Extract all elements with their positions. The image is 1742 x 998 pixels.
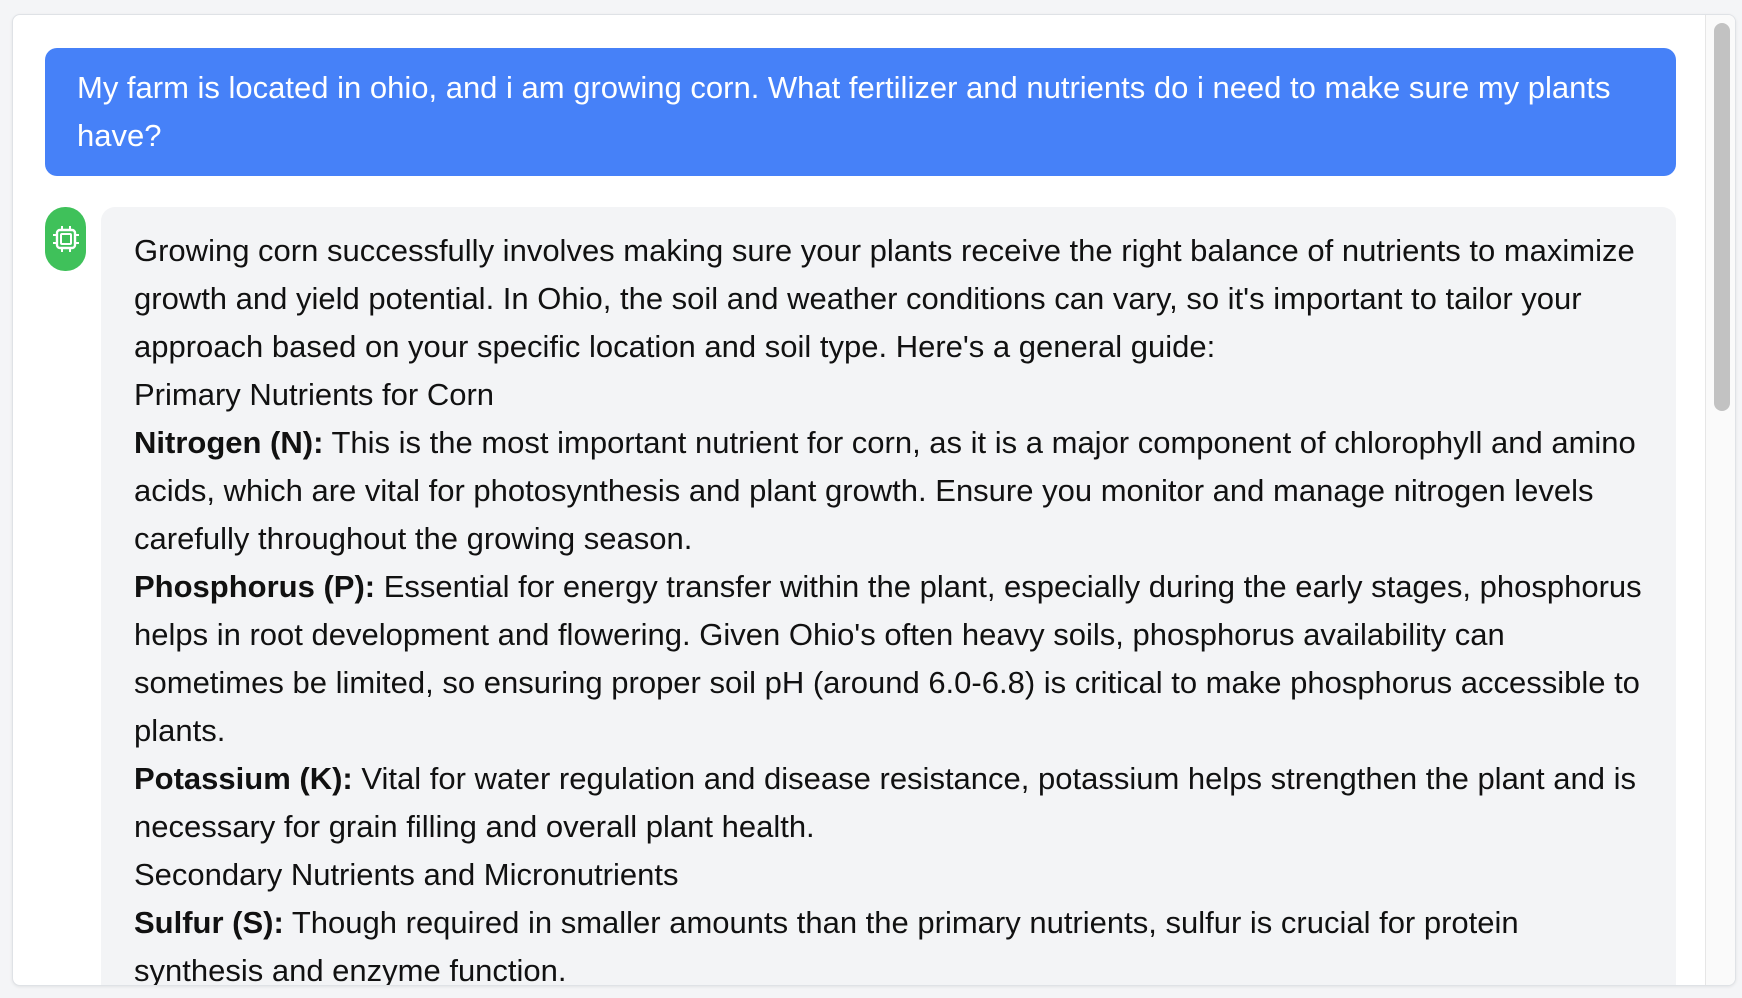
assistant-avatar [45,207,86,271]
vertical-scrollbar[interactable] [1705,15,1735,985]
sulfur-label: Sulfur (S): [134,905,284,940]
assistant-message-row: Growing corn successfully involves makin… [45,207,1695,985]
nutrient-item-nitrogen: Nitrogen (N): This is the most important… [134,419,1646,563]
nitrogen-text: This is the most important nutrient for … [134,425,1636,556]
nitrogen-label: Nitrogen (N): [134,425,324,460]
scrollbar-thumb[interactable] [1714,23,1730,411]
potassium-text: Vital for water regulation and disease r… [134,761,1636,844]
chat-scroll-area[interactable]: My farm is located in ohio, and i am gro… [13,15,1705,985]
assistant-intro: Growing corn successfully involves makin… [134,233,1635,364]
phosphorus-label: Phosphorus (P): [134,569,376,604]
potassium-label: Potassium (K): [134,761,353,796]
chat-window: My farm is located in ohio, and i am gro… [12,14,1736,986]
chip-icon [52,226,79,252]
nutrient-item-sulfur: Sulfur (S): Though required in smaller a… [134,899,1646,985]
nutrient-item-potassium: Potassium (K): Vital for water regulatio… [134,755,1646,851]
user-message-text: My farm is located in ohio, and i am gro… [77,70,1611,153]
nutrient-item-phosphorus: Phosphorus (P): Essential for energy tra… [134,563,1646,755]
assistant-message-bubble: Growing corn successfully involves makin… [101,207,1676,985]
sulfur-text: Though required in smaller amounts than … [134,905,1519,985]
section-heading-secondary: Secondary Nutrients and Micronutrients [134,857,679,892]
user-message-bubble: My farm is located in ohio, and i am gro… [45,48,1676,176]
section-heading-primary: Primary Nutrients for Corn [134,377,495,412]
